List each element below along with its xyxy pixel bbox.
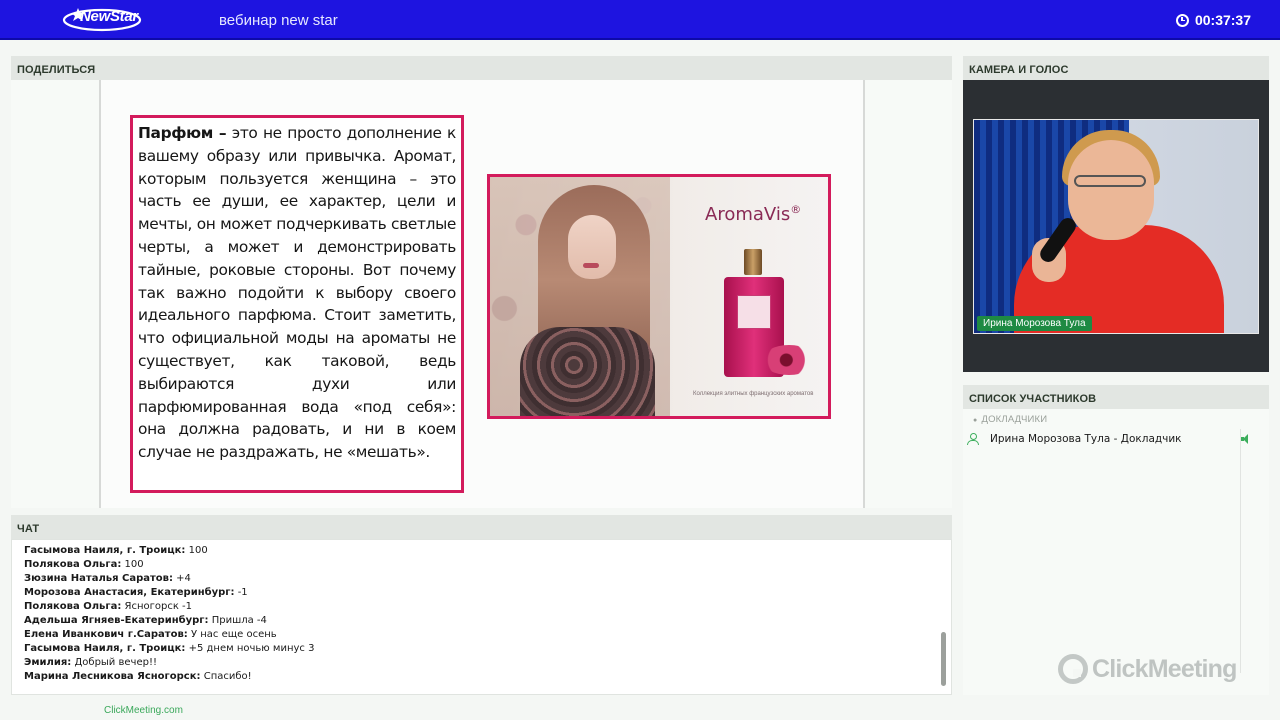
image-caption: Коллекция элитных французских ароматов (693, 391, 814, 397)
presentation-slide: Парфюм – это не просто дополнение к ваше… (99, 80, 865, 508)
model-face (568, 215, 616, 279)
chat-message: Гасымова Наиля, г. Троицк: 100 (24, 544, 951, 558)
brand-name: AromaVis (705, 204, 791, 225)
chat-text: +4 (176, 573, 191, 584)
brand-logo: AromaVis® (705, 203, 801, 225)
clickmeeting-watermark: ClickMeeting (1058, 654, 1237, 684)
chat-text: 100 (124, 559, 144, 570)
perfume-cap (744, 249, 762, 275)
chat-message: Марина Лесникова Ясногорск: Спасибо! (24, 670, 951, 684)
participant-row[interactable]: Ирина Морозова Тула - Докладчик (967, 431, 1263, 447)
timer-value: 00:37:37 (1194, 12, 1251, 28)
chat-author: Полякова Ольга: (24, 559, 122, 570)
participant-name: Ирина Морозова Тула - Докладчик (990, 433, 1182, 445)
chat-text: Добрый вечер!! (74, 657, 157, 668)
camera-panel: КАМЕРА И ГОЛОС Ирина Морозова Тула (963, 56, 1269, 372)
chat-author: Эмилия: (24, 657, 72, 668)
webinar-title: вебинар new star (219, 12, 338, 29)
chat-author: Марина Лесникова Ясногорск: (24, 671, 201, 682)
bullet-icon: ● (973, 417, 978, 424)
group-label-text: ДОКЛАДЧИКИ (981, 414, 1048, 425)
chat-author: Адельша Ягняев-Екатеринбург: (24, 615, 209, 626)
chat-message: Полякова Ольга: Ясногорск -1 (24, 600, 951, 614)
chat-panel: ЧАТ Гасымова Наиля, г. Троицк: 100 Поляк… (11, 515, 952, 695)
perfume-label (737, 295, 771, 329)
orchid-flower (762, 345, 816, 375)
chat-text: -1 (237, 587, 248, 598)
presenter-glasses (1074, 175, 1146, 187)
participants-panel: СПИСОК УЧАСТНИКОВ ● ДОКЛАДЧИКИ Ирина Моро… (963, 385, 1269, 695)
chat-text: Спасибо! (203, 671, 252, 682)
chat-text: Ясногорск -1 (124, 601, 193, 612)
camera-panel-header: КАМЕРА И ГОЛОС (963, 56, 1269, 80)
participants-panel-header: СПИСОК УЧАСТНИКОВ (963, 385, 1269, 409)
chat-message: Елена Иванкович г.Саратов: У нас еще осе… (24, 628, 951, 642)
chat-author: Гасымова Наиля, г. Троицк: (24, 545, 186, 556)
session-timer: 00:37:37 (1175, 12, 1251, 28)
chat-message: Полякова Ольга: 100 (24, 558, 951, 572)
clock-icon (1175, 13, 1189, 27)
chat-author: Морозова Анастасия, Екатеринбург: (24, 587, 235, 598)
slide-text-box: Парфюм – это не просто дополнение к ваше… (130, 115, 464, 493)
presenter-video[interactable]: Ирина Морозова Тула (973, 119, 1259, 334)
chat-message: Гасымова Наиля, г. Троицк: +5 днем ночью… (24, 642, 951, 656)
slide-image: AromaVis® Коллекция элитных французских … (487, 174, 831, 419)
chat-text: У нас еще осень (190, 629, 277, 640)
clickmeeting-logo-icon (1058, 654, 1088, 684)
chat-messages[interactable]: Гасымова Наиля, г. Троицк: 100 Полякова … (11, 539, 952, 695)
chat-author: Гасымова Наиля, г. Троицк: (24, 643, 186, 654)
chat-author: Полякова Ольга: (24, 601, 122, 612)
share-panel: ПОДЕЛИТЬСЯ Парфюм – это не просто дополн… (11, 56, 952, 508)
clickmeeting-link[interactable]: ClickMeeting.com (104, 705, 183, 716)
presenters-group-label[interactable]: ● ДОКЛАДЧИКИ (963, 409, 1269, 425)
slide-text: Парфюм – это не просто дополнение к ваше… (138, 122, 456, 464)
chat-panel-header: ЧАТ (11, 515, 952, 539)
presenter-face (1068, 140, 1154, 240)
chat-text: +5 днем ночью минус 3 (188, 643, 315, 654)
camera-area: Ирина Морозова Тула (963, 80, 1269, 372)
chat-text: 100 (188, 545, 208, 556)
chat-author: Елена Иванкович г.Саратов: (24, 629, 188, 640)
chat-scrollbar[interactable] (941, 632, 946, 686)
user-icon (967, 433, 979, 445)
slide-body: это не просто дополнение к вашему образу… (138, 124, 456, 462)
speaker-icon (1241, 434, 1251, 444)
brand-mark: ® (790, 203, 802, 216)
model-dress (520, 327, 655, 416)
participants-scrollbar[interactable] (1240, 429, 1241, 673)
chat-message: Зюзина Наталья Саратов: +4 (24, 572, 951, 586)
slide-heading: Парфюм – (138, 124, 227, 142)
watermark-text: ClickMeeting (1092, 654, 1237, 683)
chat-message: Морозова Анастасия, Екатеринбург: -1 (24, 586, 951, 600)
top-bar: NewStar вебинар new star 00:37:37 (0, 0, 1280, 40)
model-lips (583, 263, 599, 268)
share-panel-header: ПОДЕЛИТЬСЯ (11, 56, 952, 80)
chat-text: Пришла -4 (211, 615, 267, 626)
logo-text: NewStar (80, 8, 138, 25)
chat-message: Эмилия: Добрый вечер!! (24, 656, 951, 670)
chat-message: Адельша Ягняев-Екатеринбург: Пришла -4 (24, 614, 951, 628)
chat-author: Зюзина Наталья Саратов: (24, 573, 173, 584)
presenter-name-tag: Ирина Морозова Тула (977, 316, 1092, 331)
